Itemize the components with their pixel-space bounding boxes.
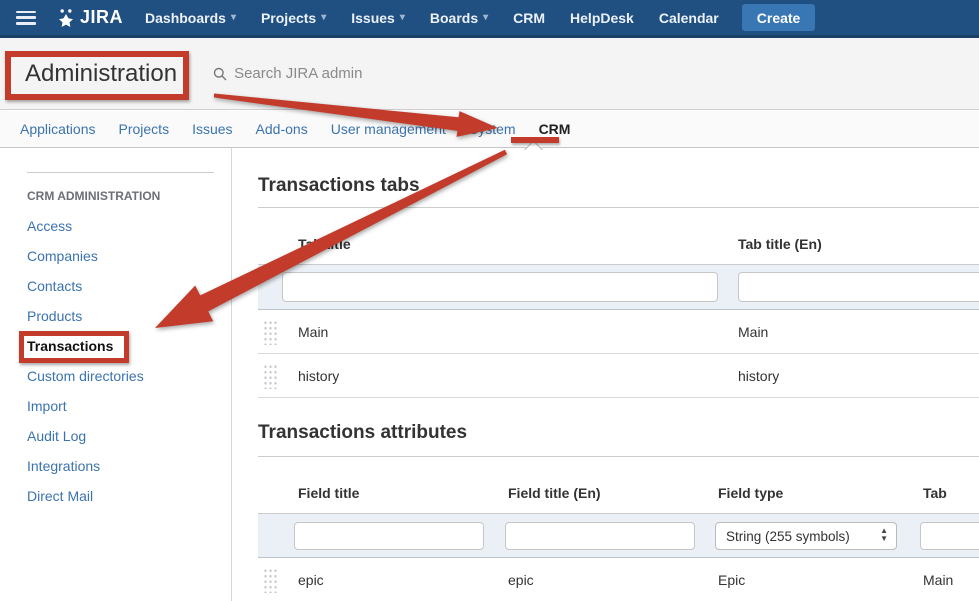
nav-item-dashboards[interactable]: Dashboards ▾ — [145, 10, 236, 26]
chevron-down-icon: ▾ — [321, 13, 326, 23]
sidebar-heading: CRM ADMINISTRATION — [27, 189, 231, 203]
sidebar-item-custom-directories[interactable]: Custom directories — [0, 361, 231, 391]
tab-projects[interactable]: Projects — [119, 121, 170, 137]
filter-input-field-title[interactable] — [294, 522, 484, 550]
main-content: Transactions tabs Tab title Tab title (E… — [258, 148, 979, 601]
cell-tab-title: Main — [298, 324, 328, 340]
sidebar-divider — [27, 172, 214, 173]
sidebar-item-contacts[interactable]: Contacts — [0, 271, 231, 301]
nav-item-boards[interactable]: Boards ▾ — [430, 10, 488, 26]
tabs-table-filter-row — [258, 265, 979, 310]
attributes-table-header: Field title Field title (En) Field type … — [258, 457, 979, 514]
filter-input-tab-title-en[interactable] — [738, 272, 979, 302]
navbar-menu: Dashboards ▾ Projects ▾ Issues ▾ Boards … — [145, 10, 719, 26]
drag-handle-icon[interactable] — [262, 567, 277, 593]
field-type-select[interactable]: String (255 symbols) — [715, 522, 897, 550]
column-header-field-title: Field title — [298, 485, 359, 501]
drag-handle-icon[interactable] — [262, 363, 277, 389]
jira-admin-page: JIRA Dashboards ▾ Projects ▾ Issues ▾ Bo… — [0, 0, 979, 601]
tab-applications[interactable]: Applications — [20, 121, 96, 137]
nav-item-crm[interactable]: CRM — [513, 10, 545, 26]
tab-crm[interactable]: CRM — [539, 121, 571, 137]
sidebar-item-access[interactable]: Access — [0, 211, 231, 241]
sidebar-item-import[interactable]: Import — [0, 391, 231, 421]
sidebar-item-direct-mail[interactable]: Direct Mail — [0, 481, 231, 511]
tab-issues[interactable]: Issues — [192, 121, 232, 137]
tab-system[interactable]: System — [469, 121, 516, 137]
sidebar-item-products[interactable]: Products — [0, 301, 231, 331]
jira-logo-icon — [56, 8, 76, 28]
column-header-field-type: Field type — [718, 485, 783, 501]
nav-item-helpdesk[interactable]: HelpDesk — [570, 10, 634, 26]
nav-item-calendar[interactable]: Calendar — [659, 10, 719, 26]
cell-tab-title: history — [298, 368, 339, 384]
sidebar-item-integrations[interactable]: Integrations — [0, 451, 231, 481]
sidebar-item-companies[interactable]: Companies — [0, 241, 231, 271]
field-type-select-wrap: String (255 symbols) ▲ ▼ — [715, 522, 897, 550]
cell-tab-title-en: Main — [738, 324, 768, 340]
sidebar-item-transactions[interactable]: Transactions — [0, 331, 231, 361]
tab-user-management[interactable]: User management — [331, 121, 446, 137]
column-header-tab-title: Tab title — [298, 236, 351, 252]
sidebar-item-audit-log[interactable]: Audit Log — [0, 421, 231, 451]
chevron-down-icon: ▾ — [483, 13, 488, 23]
column-header-tab: Tab — [923, 485, 947, 501]
section-title-transactions-tabs: Transactions tabs — [258, 174, 979, 198]
admin-search-input[interactable] — [234, 65, 434, 82]
create-button[interactable]: Create — [742, 4, 816, 31]
nav-item-projects[interactable]: Projects ▾ — [261, 10, 326, 26]
drag-handle-icon[interactable] — [262, 319, 277, 345]
admin-search — [213, 65, 434, 82]
attributes-table-filter-row: String (255 symbols) ▲ ▼ — [258, 514, 979, 558]
nav-item-issues[interactable]: Issues ▾ — [351, 10, 405, 26]
search-icon — [213, 67, 227, 81]
section-title-transactions-attributes: Transactions attributes — [258, 421, 979, 445]
crm-admin-sidebar: CRM ADMINISTRATION Access Companies Cont… — [0, 148, 232, 601]
chevron-down-icon: ▾ — [400, 13, 405, 23]
table-row[interactable]: Main Main — [258, 310, 979, 354]
admin-tab-bar: Applications Projects Issues Add-ons Use… — [0, 111, 979, 148]
filter-input-field-title-en[interactable] — [505, 522, 695, 550]
table-row[interactable]: epic epic Epic Main — [258, 558, 979, 601]
filter-input-tab-title[interactable] — [282, 272, 718, 302]
cell-tab-title-en: history — [738, 368, 779, 384]
tabs-table-header: Tab title Tab title (En) — [258, 208, 979, 265]
cell-field-title-en: epic — [508, 572, 534, 588]
jira-logo-text: JIRA — [80, 7, 123, 28]
admin-header: Administration — [0, 38, 979, 110]
page-title: Administration — [25, 60, 177, 88]
tab-addons[interactable]: Add-ons — [256, 121, 308, 137]
hamburger-menu-icon[interactable] — [16, 11, 36, 25]
column-header-tab-title-en: Tab title (En) — [738, 236, 822, 252]
column-header-field-title-en: Field title (En) — [508, 485, 601, 501]
top-navbar: JIRA Dashboards ▾ Projects ▾ Issues ▾ Bo… — [0, 0, 979, 38]
cell-tab: Main — [923, 572, 953, 588]
table-row[interactable]: history history — [258, 354, 979, 398]
sidebar-list: Access Companies Contacts Products Trans… — [0, 211, 231, 511]
filter-input-tab[interactable] — [920, 522, 979, 550]
cell-field-title: epic — [298, 572, 324, 588]
chevron-down-icon: ▾ — [231, 13, 236, 23]
jira-logo[interactable]: JIRA — [56, 7, 123, 28]
cell-field-type: Epic — [718, 572, 745, 588]
